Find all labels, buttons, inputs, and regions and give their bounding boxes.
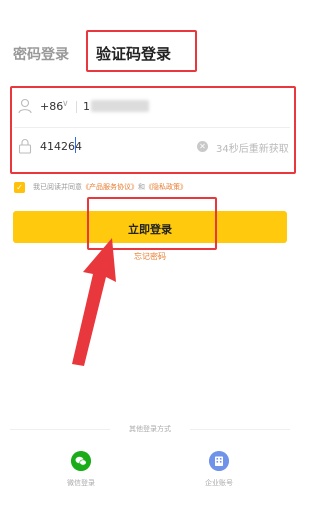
phone-number-redacted (91, 100, 149, 112)
resend-code-countdown: 34秒后重新获取 (216, 144, 289, 155)
enterprise-login-label: 企业账号 (205, 479, 233, 487)
user-icon (18, 98, 32, 114)
clear-icon[interactable]: ✕ (197, 141, 208, 152)
text-caret (75, 137, 76, 153)
login-page: 密码登录 验证码登录 +86 ∨ 1 414264 ✕ 34秒后重新获取 ✓ 我… (0, 0, 300, 514)
tab-code-login[interactable]: 验证码登录 (96, 43, 171, 64)
enterprise-login-button[interactable]: 企业账号 (189, 451, 249, 491)
tab-password-login[interactable]: 密码登录 (13, 44, 69, 64)
other-login-divider: 其他登录方式 (0, 424, 300, 434)
enterprise-icon (209, 451, 229, 471)
wechat-login-button[interactable]: 微信登录 (51, 451, 111, 491)
divider (76, 101, 77, 113)
agreement-row: ✓ 我已阅读并同意《产品服务协议》和《隐私政策》 (10, 180, 296, 194)
wechat-icon (71, 451, 91, 471)
phone-input[interactable]: 1 (83, 100, 90, 113)
privacy-link[interactable]: 《隐私政策》 (145, 183, 187, 191)
divider (190, 429, 290, 430)
terms-link[interactable]: 《产品服务协议》 (82, 183, 138, 191)
forgot-password-link[interactable]: 忘记密码 (0, 251, 300, 262)
agreement-checkbox[interactable]: ✓ (14, 182, 25, 193)
login-tabs: 密码登录 验证码登录 (0, 26, 300, 76)
country-code-selector[interactable]: +86 (40, 100, 63, 113)
code-row: 414264 ✕ 34秒后重新获取 (12, 128, 294, 168)
wechat-login-label: 微信登录 (67, 479, 95, 487)
lock-icon (18, 139, 32, 154)
agreement-text: 我已阅读并同意《产品服务协议》和《隐私政策》 (33, 182, 187, 192)
annotation-arrow (72, 238, 116, 366)
login-form: +86 ∨ 1 414264 ✕ 34秒后重新获取 (10, 86, 296, 174)
phone-row: +86 ∨ 1 (12, 88, 294, 128)
agreement-and: 和 (138, 183, 145, 191)
chevron-down-icon[interactable]: ∨ (62, 99, 69, 109)
agreement-prefix: 我已阅读并同意 (33, 183, 82, 191)
